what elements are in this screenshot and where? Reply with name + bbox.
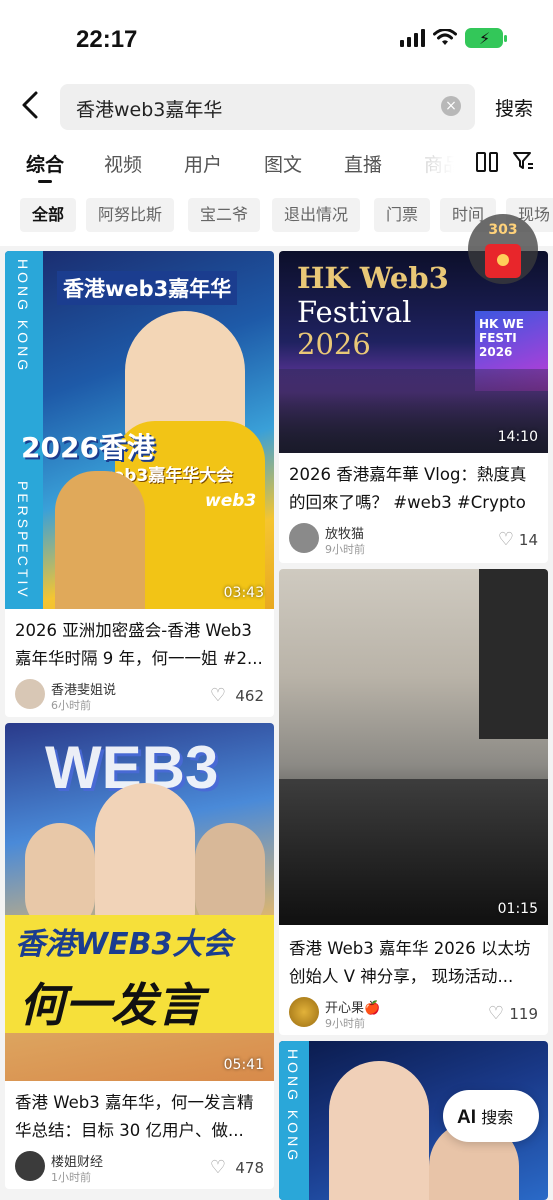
thumbnail-title: 香港web3嘉年华 (57, 271, 238, 305)
post-time: 6小时前 (51, 699, 91, 712)
author-name[interactable]: 放牧猫 (325, 523, 364, 542)
tab-live[interactable]: 直播 (344, 150, 382, 177)
chip-anubis[interactable]: 阿努比斯 (86, 198, 175, 232)
video-card[interactable]: 01:15 香港 Web3 嘉年华 2026 以太坊创始人 V 神分享， 现场活… (279, 569, 548, 1035)
tab-comprehensive[interactable]: 综合 (26, 150, 64, 177)
video-title: 2026 香港嘉年華 Vlog：熱度真的回來了嗎？ #web3 #Crypto (289, 465, 527, 512)
author-row: 开心果🍎 9小时前 ♡ 119 (289, 997, 538, 1033)
back-chevron-icon[interactable] (20, 90, 50, 128)
filter-icon[interactable] (512, 150, 534, 172)
thumbnail-person (329, 1061, 429, 1200)
thumbnail-big-text-2: 何一发言 (19, 978, 203, 1032)
heart-icon[interactable]: ♡ (210, 1157, 226, 1178)
thumbnail-big-text: 香港WEB3大会 (15, 927, 233, 962)
thumbnail-big-text: 2026香港 (21, 431, 155, 464)
search-button[interactable]: 搜索 (495, 94, 533, 121)
video-thumbnail: 01:15 (279, 569, 548, 925)
red-packet-widget[interactable]: 303 (468, 214, 538, 292)
author-row: 楼姐财经 1小时前 ♡ 478 (15, 1151, 264, 1187)
thumbnail-line3: 2026 (297, 327, 371, 361)
thumbnail-screen-text: HK WE FESTI 2026 (479, 317, 524, 359)
chip-exit-status[interactable]: 退出情况 (272, 198, 361, 232)
author-name[interactable]: 楼姐财经 (51, 1151, 103, 1170)
video-duration: 14:10 (497, 429, 538, 445)
tab-users[interactable]: 用户 (184, 150, 222, 177)
thumbnail-wall (479, 569, 548, 739)
ai-label: AI (457, 1107, 476, 1128)
tab-image-text[interactable]: 图文 (264, 150, 302, 177)
video-title: 2026 亚洲加密盛会-香港 Web3 嘉年华时隔 9 年，何一一姐 #2... (15, 621, 263, 668)
wifi-icon (433, 29, 457, 45)
layout-toggle-icon[interactable] (476, 152, 498, 172)
chip-baoerye[interactable]: 宝二爷 (188, 198, 261, 232)
author-name[interactable]: 香港斐姐说 (51, 679, 116, 698)
like-count: 14 (518, 531, 538, 549)
video-card[interactable]: HK Web3 Festival 2026 HK WE FESTI 2026 1… (279, 251, 548, 563)
red-packet-count: 303 (488, 222, 518, 238)
author-name[interactable]: 开心果🍎 (325, 997, 380, 1016)
status-bar: 22:17 ⚡ (0, 0, 553, 80)
video-thumbnail: HONG KONG PERSPECTIV 香港web3嘉年华 2026香港 we… (5, 251, 274, 609)
avatar[interactable] (15, 1151, 45, 1181)
thumbnail-line1: HK Web3 (297, 261, 449, 295)
chip-all[interactable]: 全部 (20, 198, 77, 232)
search-query: 香港web3嘉年华 (76, 99, 223, 121)
thumbnail-vertical-text: HONG KONG (285, 1049, 301, 1164)
author-row: 放牧猫 9小时前 ♡ 14 (289, 523, 538, 559)
heart-icon[interactable]: ♡ (488, 1003, 504, 1024)
status-time: 22:17 (76, 26, 138, 53)
status-icons: ⚡ (400, 28, 507, 48)
avatar[interactable] (289, 997, 319, 1027)
video-card[interactable]: WEB3 香港WEB3大会 何一发言 05:41 香港 Web3 嘉年华，何一发… (5, 723, 274, 1189)
video-thumbnail: WEB3 香港WEB3大会 何一发言 05:41 (5, 723, 274, 1081)
search-bar: 香港web3嘉年华 × 搜索 (0, 80, 553, 138)
author-row: 香港斐姐说 6小时前 ♡ 462 (15, 679, 264, 715)
post-time: 1小时前 (51, 1171, 91, 1184)
search-input[interactable]: 香港web3嘉年华 × (60, 84, 475, 130)
heart-icon[interactable]: ♡ (498, 529, 514, 550)
avatar[interactable] (15, 679, 45, 709)
thumbnail-person (95, 783, 195, 933)
cellular-signal-icon (400, 29, 425, 47)
category-tabs: 综合 视频 用户 图文 直播 商品 (0, 138, 553, 190)
active-tab-indicator (38, 180, 52, 183)
ai-search-label: AI 搜索 (457, 1104, 513, 1129)
like-count: 462 (235, 687, 264, 705)
heart-icon[interactable]: ♡ (210, 685, 226, 706)
tabs-fade (405, 138, 475, 190)
clear-icon[interactable]: × (441, 96, 461, 116)
video-title: 香港 Web3 嘉年华 2026 以太坊创始人 V 神分享， 现场活动... (289, 939, 531, 986)
chip-tickets[interactable]: 门票 (374, 198, 431, 232)
battery-icon: ⚡ (465, 28, 507, 48)
like-count: 119 (509, 1005, 538, 1023)
video-duration: 05:41 (223, 1057, 264, 1073)
thumbnail-vertical-text: PERSPECTIV (15, 481, 31, 600)
video-card[interactable]: HONG KONG PERSPECTIV 香港web3嘉年华 2026香港 we… (5, 251, 274, 717)
video-duration: 01:15 (497, 901, 538, 917)
like-count: 478 (235, 1159, 264, 1177)
ai-search-text: 搜索 (481, 1110, 514, 1127)
tab-video[interactable]: 视频 (104, 150, 142, 177)
avatar[interactable] (289, 523, 319, 553)
post-time: 9小时前 (325, 1017, 365, 1030)
thumbnail-vertical-text: HONG KONG (15, 259, 31, 374)
video-title: 香港 Web3 嘉年华，何一发言精华总结：目标 30 亿用户、做... (15, 1093, 254, 1140)
thumbnail-tag: web3 (205, 491, 257, 511)
red-envelope-icon (485, 244, 521, 278)
ai-search-button[interactable]: AI 搜索 (443, 1090, 539, 1142)
thumbnail-person-2 (55, 471, 145, 609)
video-duration: 03:43 (223, 585, 264, 601)
post-time: 9小时前 (325, 543, 365, 556)
thumbnail-line2: Festival (297, 295, 412, 329)
